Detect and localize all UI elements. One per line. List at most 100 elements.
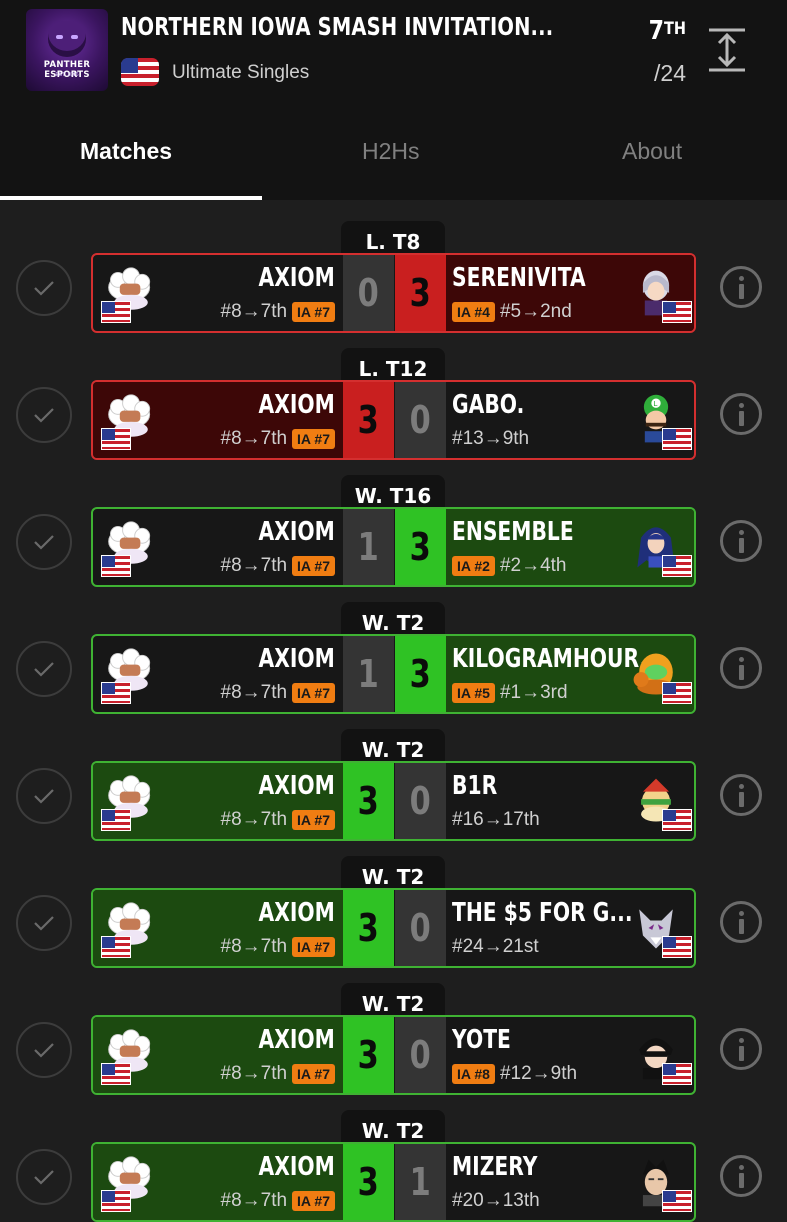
opponent-score: 0 bbox=[395, 890, 446, 966]
player-score-value: 3 bbox=[357, 1033, 380, 1077]
tournament-header: PANTHER ESPORTS EST. 2016 NORTHERN IOWA … bbox=[0, 0, 787, 200]
info-icon[interactable] bbox=[720, 520, 762, 562]
match-card[interactable]: AXIOM #8→7th IA #7 3 1 MIZERY #20→13th bbox=[91, 1142, 696, 1222]
opponent-score-value: 0 bbox=[409, 1033, 432, 1077]
tournament-logo: PANTHER ESPORTS EST. 2016 bbox=[26, 9, 108, 91]
player-score-value: 1 bbox=[357, 525, 380, 569]
check-icon[interactable] bbox=[16, 1149, 72, 1205]
player-panel: AXIOM #8→7th IA #7 bbox=[93, 636, 343, 712]
opponent-seed: #2→4th bbox=[499, 555, 567, 576]
us-flag-icon bbox=[662, 1063, 692, 1085]
info-icon[interactable] bbox=[720, 1028, 762, 1070]
event-name: Ultimate Singles bbox=[172, 62, 310, 83]
info-icon[interactable] bbox=[720, 901, 762, 943]
opponent-ia-badge: IA #2 bbox=[452, 556, 495, 576]
player-score-value: 3 bbox=[357, 906, 380, 950]
info-icon[interactable] bbox=[720, 393, 762, 435]
player-seed: #8→7th bbox=[220, 936, 288, 957]
check-icon[interactable] bbox=[16, 768, 72, 824]
match-row[interactable]: W. T2 AXIOM #8→7th IA #7 3 0 THE $5 FOR G... #2… bbox=[0, 856, 787, 968]
opponent-seed-row: IA #8 #12→9th bbox=[452, 1063, 577, 1085]
opponent-ia-badge: IA #5 bbox=[452, 683, 495, 703]
check-icon[interactable] bbox=[16, 514, 72, 570]
match-row[interactable]: L. T12 AXIOM #8→7th IA #7 3 0 GABO. #13→9th L bbox=[0, 348, 787, 460]
match-card[interactable]: AXIOM #8→7th IA #7 0 3 SERENIVITA IA #4 #5→2nd bbox=[91, 253, 696, 333]
opponent-name: ENSEMBLE bbox=[452, 517, 574, 547]
opponent-seed: #16→17th bbox=[452, 809, 540, 830]
player-panel: AXIOM #8→7th IA #7 bbox=[93, 1144, 343, 1220]
tab-matches[interactable]: Matches bbox=[80, 138, 172, 165]
check-icon[interactable] bbox=[16, 641, 72, 697]
match-row[interactable]: W. T2 AXIOM #8→7th IA #7 3 0 YOTE IA #8 #12→9th bbox=[0, 983, 787, 1095]
opponent-score: 0 bbox=[395, 1017, 446, 1093]
player-name: AXIOM bbox=[258, 263, 335, 293]
info-icon[interactable] bbox=[720, 647, 762, 689]
opponent-seed: #12→9th bbox=[499, 1063, 578, 1084]
opponent-character-icon bbox=[628, 646, 692, 704]
info-icon[interactable] bbox=[720, 1155, 762, 1197]
us-flag-icon bbox=[101, 555, 131, 577]
match-card[interactable]: AXIOM #8→7th IA #7 1 3 KILOGRAMHOUR... IA #5 #1… bbox=[91, 634, 696, 714]
check-icon[interactable] bbox=[16, 260, 72, 316]
us-flag-icon bbox=[662, 301, 692, 323]
opponent-score-value: 3 bbox=[409, 652, 432, 696]
player-ia-badge: IA #7 bbox=[292, 429, 335, 449]
opponent-seed-row: #24→21st bbox=[452, 936, 539, 958]
player-seed: #8→7th bbox=[220, 301, 288, 322]
match-row[interactable]: W. T2 AXIOM #8→7th IA #7 3 0 B1R #16→17th bbox=[0, 729, 787, 841]
match-row[interactable]: W. T2 AXIOM #8→7th IA #7 3 1 MIZERY #20→13th bbox=[0, 1110, 787, 1222]
info-icon[interactable] bbox=[720, 774, 762, 816]
opponent-name: YOTE bbox=[452, 1025, 511, 1055]
us-flag-icon bbox=[662, 428, 692, 450]
player-seed-row: #8→7th IA #7 bbox=[220, 936, 335, 958]
player-character-icon bbox=[101, 900, 159, 958]
opponent-panel: YOTE IA #8 #12→9th bbox=[446, 1017, 694, 1093]
us-flag-icon bbox=[662, 682, 692, 704]
player-panel: AXIOM #8→7th IA #7 bbox=[93, 1017, 343, 1093]
check-icon[interactable] bbox=[16, 895, 72, 951]
player-seed: #8→7th bbox=[220, 555, 288, 576]
match-card[interactable]: AXIOM #8→7th IA #7 3 0 THE $5 FOR G... #24→21s… bbox=[91, 888, 696, 968]
player-panel: AXIOM #8→7th IA #7 bbox=[93, 255, 343, 331]
match-card[interactable]: AXIOM #8→7th IA #7 1 3 ENSEMBLE IA #2 #2→4th bbox=[91, 507, 696, 587]
player-character-icon bbox=[101, 773, 159, 831]
opponent-panel: MIZERY #20→13th bbox=[446, 1144, 694, 1220]
opponent-name: B1R bbox=[452, 771, 498, 801]
us-flag-icon bbox=[101, 809, 131, 831]
check-icon[interactable] bbox=[16, 1022, 72, 1078]
opponent-character-icon bbox=[628, 900, 692, 958]
match-row[interactable]: W. T2 AXIOM #8→7th IA #7 1 3 KILOGRAMHOUR... IA… bbox=[0, 602, 787, 714]
us-flag-icon bbox=[101, 301, 131, 323]
match-row[interactable]: L. T8 AXIOM #8→7th IA #7 0 3 SERENIVITA IA #4 #5… bbox=[0, 221, 787, 333]
match-card[interactable]: AXIOM #8→7th IA #7 3 0 GABO. #13→9th L bbox=[91, 380, 696, 460]
player-seed-row: #8→7th IA #7 bbox=[221, 1063, 335, 1085]
player-score-value: 3 bbox=[357, 398, 380, 442]
player-ia-badge: IA #7 bbox=[292, 556, 335, 576]
match-card[interactable]: AXIOM #8→7th IA #7 3 0 B1R #16→17th bbox=[91, 761, 696, 841]
opponent-score-value: 1 bbox=[409, 1160, 432, 1204]
player-score: 1 bbox=[343, 509, 394, 585]
opponent-score-value: 0 bbox=[409, 398, 432, 442]
match-row[interactable]: W. T16 AXIOM #8→7th IA #7 1 3 ENSEMBLE IA #2 #2→… bbox=[0, 475, 787, 587]
player-score: 3 bbox=[343, 890, 394, 966]
tournament-title: NORTHERN IOWA SMASH INVITATION... bbox=[121, 12, 554, 41]
opponent-character-icon bbox=[628, 1027, 692, 1085]
player-score: 0 bbox=[343, 255, 394, 331]
player-panel: AXIOM #8→7th IA #7 bbox=[93, 890, 343, 966]
check-icon[interactable] bbox=[16, 387, 72, 443]
player-score-value: 3 bbox=[357, 1160, 380, 1204]
player-seed-row: #8→7th IA #7 bbox=[221, 1190, 335, 1212]
opponent-seed-row: IA #4 #5→2nd bbox=[452, 301, 572, 323]
tab-h2hs[interactable]: H2Hs bbox=[362, 138, 420, 165]
expand-vertical-icon[interactable] bbox=[707, 28, 747, 72]
player-seed-row: #8→7th IA #7 bbox=[221, 428, 335, 450]
opponent-character-icon bbox=[628, 265, 692, 323]
opponent-seed-row: IA #2 #2→4th bbox=[452, 555, 567, 577]
tab-about[interactable]: About bbox=[622, 138, 682, 165]
us-flag-icon bbox=[121, 58, 159, 86]
opponent-seed: #20→13th bbox=[452, 1190, 540, 1211]
match-card[interactable]: AXIOM #8→7th IA #7 3 0 YOTE IA #8 #12→9th bbox=[91, 1015, 696, 1095]
opponent-panel: B1R #16→17th bbox=[446, 763, 694, 839]
us-flag-icon bbox=[662, 1190, 692, 1212]
info-icon[interactable] bbox=[720, 266, 762, 308]
